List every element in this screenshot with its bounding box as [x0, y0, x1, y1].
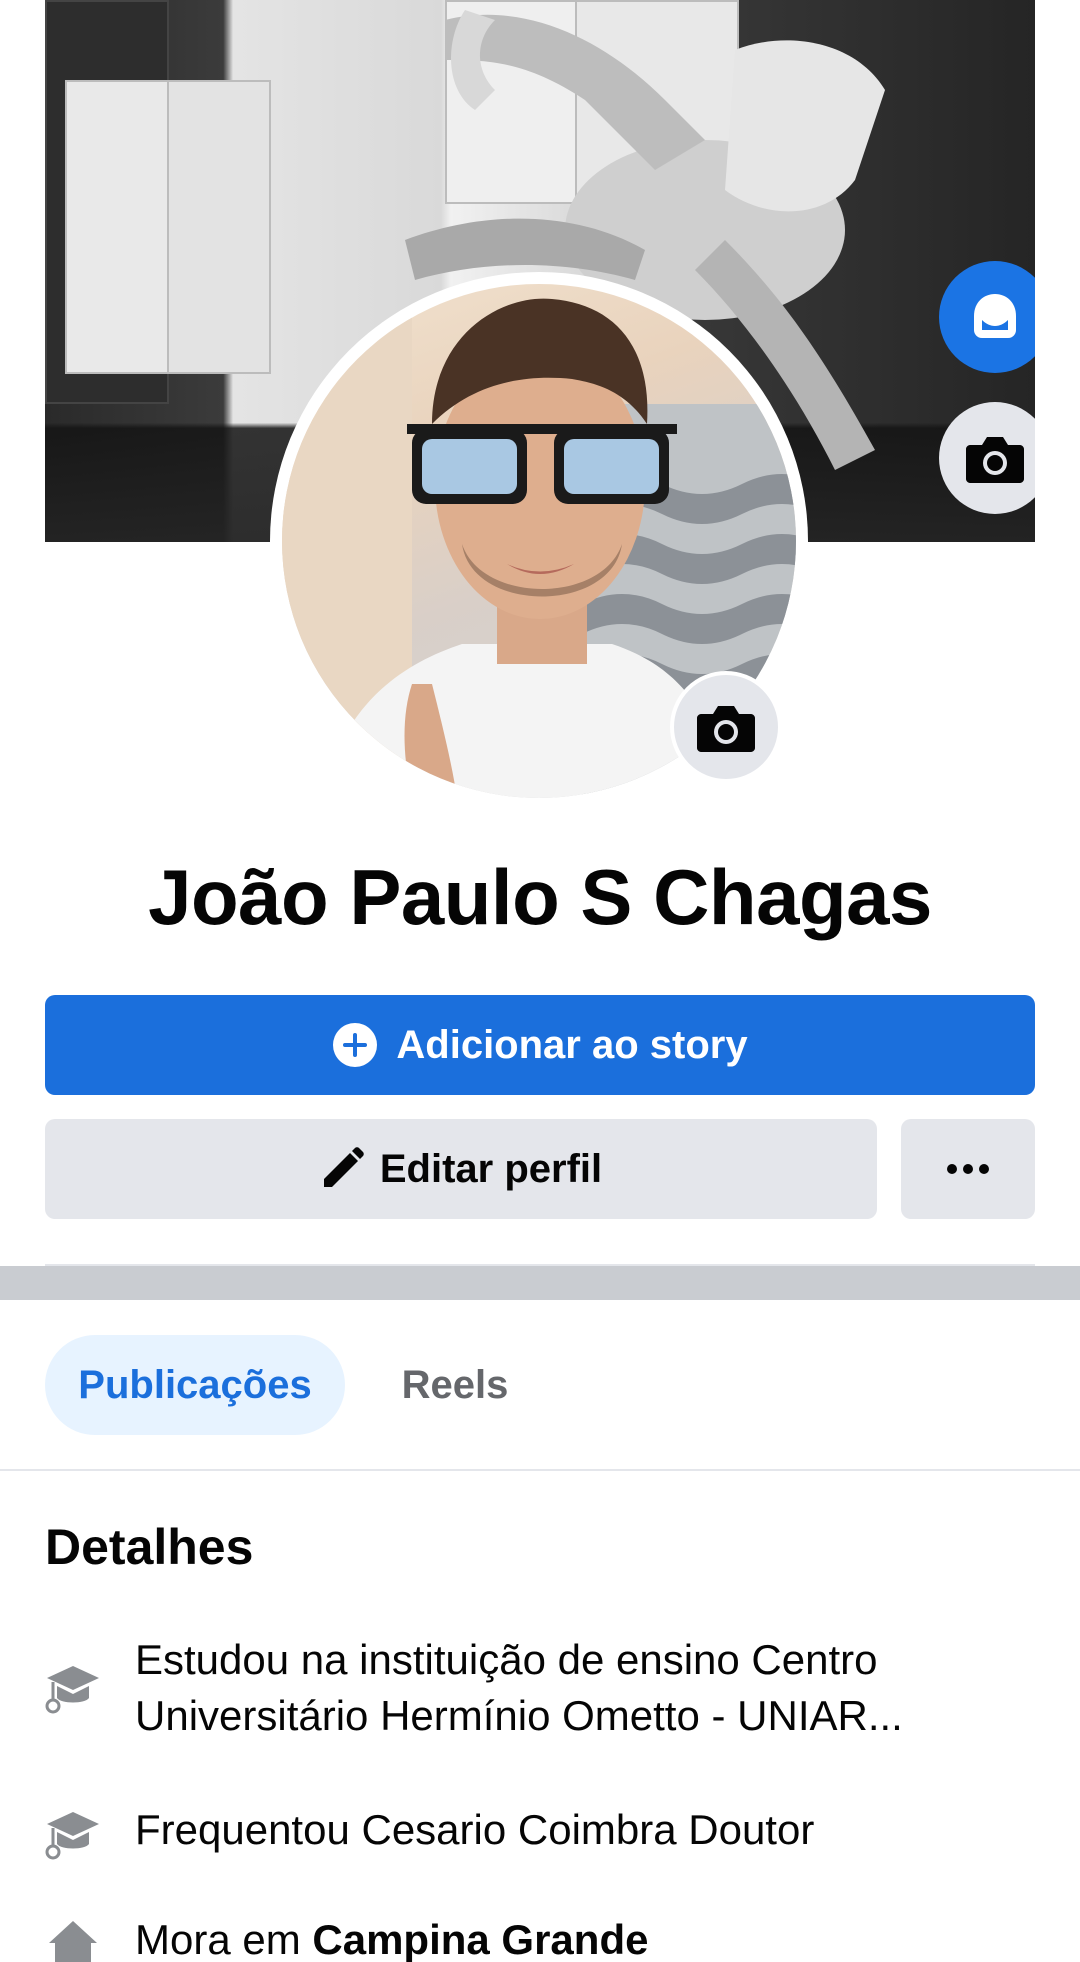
profile-page: João Paulo S Chagas Adicionar ao story E…	[0, 0, 1080, 1962]
detail-education-2-text: Frequentou Cesario Coimbra Doutor	[135, 1806, 815, 1853]
add-to-story-button[interactable]: Adicionar ao story	[45, 995, 1035, 1095]
pencil-icon	[320, 1147, 364, 1191]
detail-education-1-text: Estudou na instituição de ensino Centro …	[135, 1636, 903, 1739]
more-options-button[interactable]	[901, 1119, 1035, 1219]
details-heading: Detalhes	[45, 1519, 254, 1575]
edit-profile-label: Editar perfil	[379, 1146, 603, 1191]
edit-profile-button[interactable]: Editar perfil	[45, 1119, 877, 1219]
graduation-cap-icon	[45, 1660, 101, 1716]
tab-posts[interactable]: Publicações	[45, 1335, 345, 1435]
profile-camera-button[interactable]	[670, 671, 782, 783]
add-to-story-label: Adicionar ao story	[396, 1022, 748, 1067]
lives-in-city[interactable]: Campina Grande	[312, 1916, 648, 1962]
camera-icon	[966, 437, 1024, 483]
tabs-divider	[0, 1469, 1080, 1471]
more-dots-icon	[947, 1164, 989, 1174]
lives-in-prefix: Mora em	[135, 1916, 313, 1962]
avatar-icon	[974, 294, 1016, 338]
tab-reels[interactable]: Reels	[370, 1335, 540, 1435]
detail-lives-in-text: Mora em Campina Grande	[135, 1912, 1015, 1962]
add-circle-icon	[332, 1022, 378, 1068]
home-icon	[45, 1916, 101, 1962]
section-separator	[0, 1266, 1080, 1300]
graduation-cap-icon	[45, 1806, 101, 1862]
profile-name: João Paulo S Chagas	[148, 853, 932, 941]
camera-icon	[697, 706, 755, 752]
